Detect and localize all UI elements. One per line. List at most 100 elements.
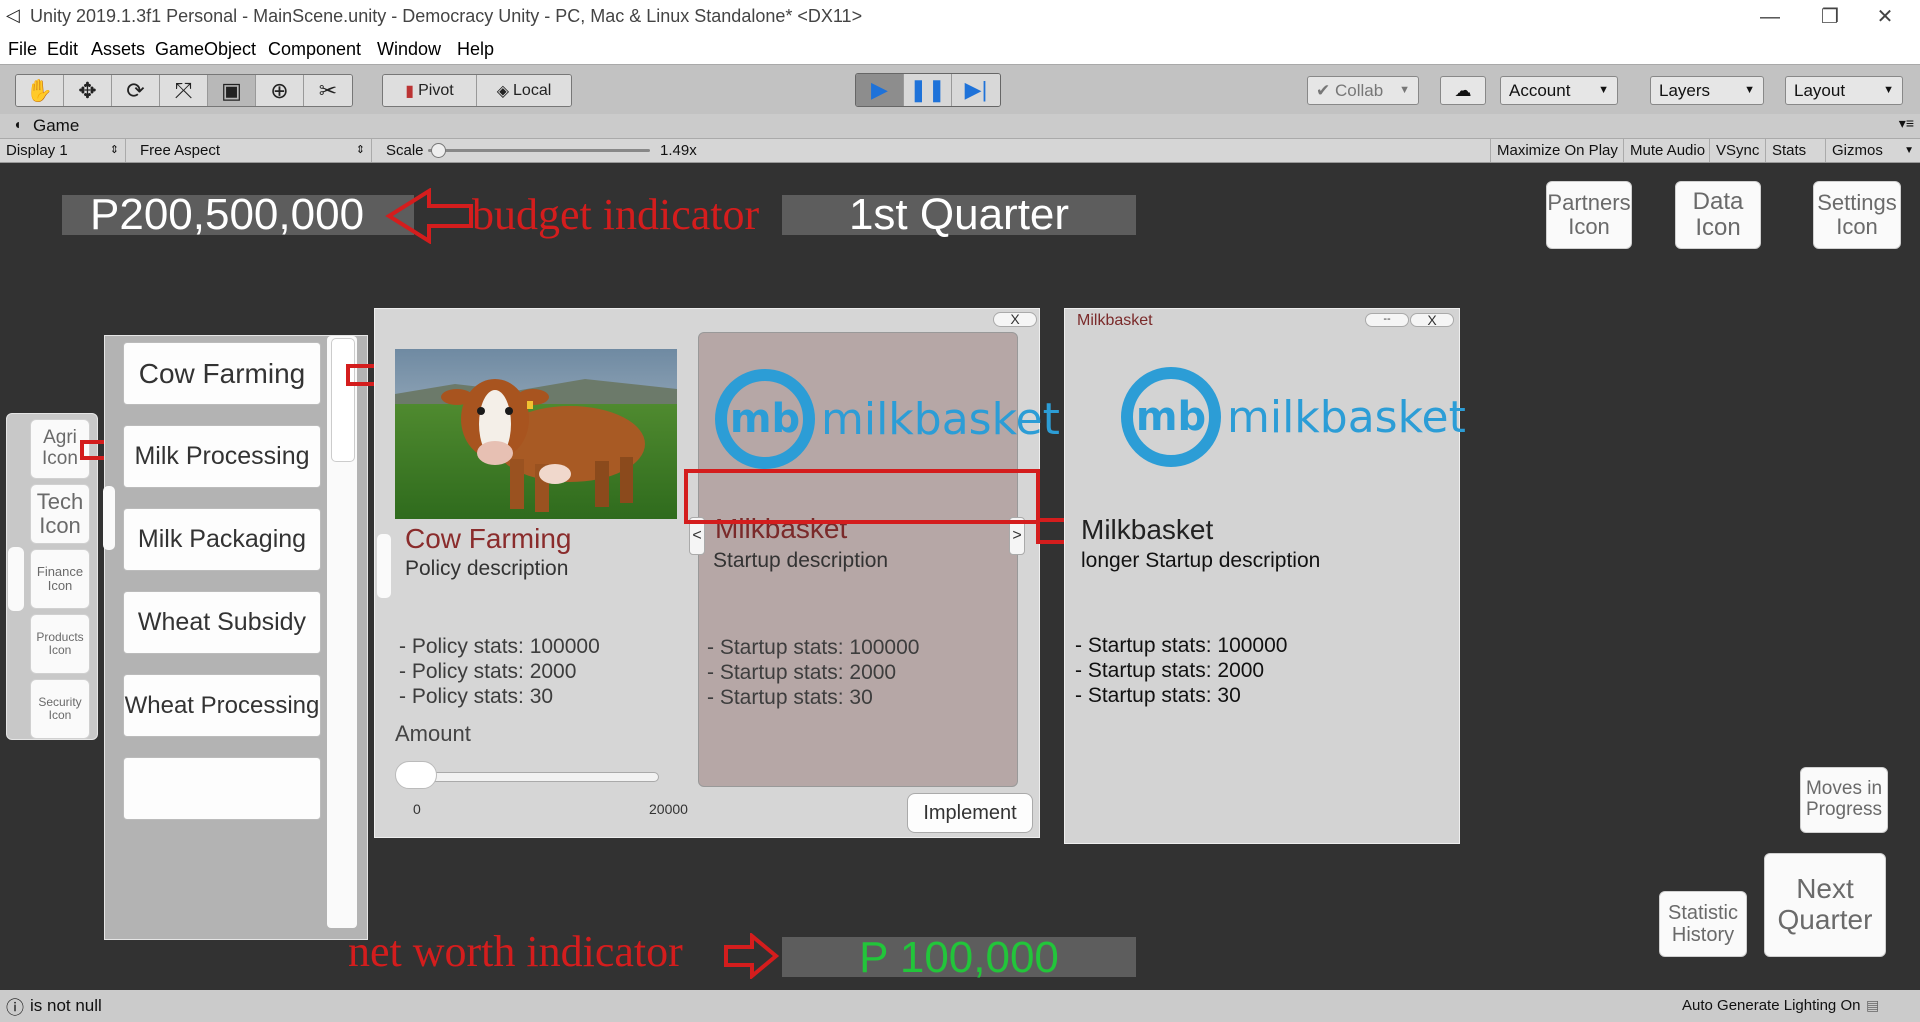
detail-minimize-button[interactable]: -- <box>1365 313 1409 327</box>
startup-detail-window: Milkbasket -- X mb milkbasket Milkbasket… <box>1064 308 1466 844</box>
policy-wheat-subsidy[interactable]: Wheat Subsidy <box>123 591 321 654</box>
moves-in-progress-button[interactable]: Moves in Progress <box>1800 767 1888 833</box>
aspect-label: Free Aspect <box>140 142 221 159</box>
policy-list: Cow Farming Milk Processing Milk Packagi… <box>115 336 325 928</box>
policy-description: Policy description <box>405 557 569 580</box>
quarter-indicator: 1st Quarter <box>782 193 1136 237</box>
menu-help[interactable]: Help <box>457 39 494 60</box>
scale-slider-track[interactable] <box>428 149 650 152</box>
layers-label: Layers <box>1659 81 1711 100</box>
layout-dropdown[interactable]: Layout ▼ <box>1785 76 1903 105</box>
settings-icon[interactable]: Settings Icon <box>1813 181 1901 249</box>
chevron-down-icon: ▼ <box>1598 84 1609 96</box>
layers-dropdown[interactable]: Layers ▼ <box>1650 76 1764 105</box>
menu-gameobject[interactable]: GameObject <box>155 39 256 60</box>
status-bar: ⓘ is not null Auto Generate Lighting On … <box>0 990 1920 1022</box>
policy-list-scrollbar-left[interactable] <box>103 486 115 550</box>
stats-toggle[interactable]: Stats <box>1766 139 1826 162</box>
policy-next-partial[interactable] <box>123 757 321 820</box>
collab-dropdown[interactable]: ✔ Collab ▼ <box>1307 76 1419 105</box>
game-tab-header: ◖ Game ▾≡ <box>0 114 1920 138</box>
game-view-toolbar: Display 1 ⇕ Free Aspect ⇕ Scale 1.49x Maxi… <box>0 138 1920 163</box>
scale-control: Scale 1.49x <box>380 139 710 162</box>
rotate-tool-icon[interactable]: ⟳ <box>112 75 160 106</box>
menu-file[interactable]: File <box>8 39 37 60</box>
transform-tools: ✋ ✥ ⟳ ⤧ ▣ ⊕ ✂ <box>15 74 353 107</box>
window-title: Unity 2019.1.3f1 Personal - MainScene.un… <box>30 6 863 26</box>
rect-tool-icon[interactable]: ▣ <box>208 75 256 106</box>
title-bar: ◁ Unity 2019.1.3f1 Personal - MainScene.… <box>0 0 1920 34</box>
security-icon[interactable]: Security Icon <box>30 679 90 739</box>
transform-tool-icon[interactable]: ⊕ <box>256 75 304 106</box>
policy-card-close-button[interactable]: X <box>993 312 1037 327</box>
milkbasket-logo-icon: mb <box>1121 367 1221 467</box>
menu-edit[interactable]: Edit <box>47 39 78 60</box>
policy-milk-processing[interactable]: Milk Processing <box>123 425 321 488</box>
detail-close-button[interactable]: X <box>1410 313 1454 327</box>
play-icon[interactable]: ▶ <box>856 74 904 106</box>
category-scrollbar[interactable] <box>8 547 24 611</box>
implement-button[interactable]: Implement <box>907 793 1033 833</box>
unity-logo-icon: ◁ <box>6 5 20 25</box>
policy-cow-farming[interactable]: Cow Farming <box>123 342 321 405</box>
cloud-button[interactable]: ☁ <box>1440 76 1486 105</box>
policy-card-scrollbar[interactable] <box>377 534 391 598</box>
policy-name: Cow Farming <box>405 523 572 554</box>
products-icon[interactable]: Products Icon <box>30 614 90 674</box>
net-worth-indicator: P 100,000 <box>782 936 1136 980</box>
toolbar: ✋ ✥ ⟳ ⤧ ▣ ⊕ ✂ ▮ Pivot ◈ Local ▶ ❚❚ ▶| ✔ Co… <box>0 64 1920 114</box>
gizmos-dropdown[interactable]: Gizmos ▼ <box>1826 139 1920 162</box>
pivot-button[interactable]: ▮ Pivot <box>383 75 477 106</box>
amount-label: Amount <box>395 721 471 746</box>
hand-tool-icon[interactable]: ✋ <box>16 75 64 106</box>
scale-tool-icon[interactable]: ⤧ <box>160 75 208 106</box>
move-tool-icon[interactable]: ✥ <box>64 75 112 106</box>
menu-window[interactable]: Window <box>377 39 441 60</box>
custom-tool-icon[interactable]: ✂ <box>304 75 352 106</box>
status-right-text: Auto Generate Lighting On <box>1682 997 1861 1014</box>
account-dropdown[interactable]: Account ▼ <box>1500 76 1618 105</box>
policy-wheat-processing[interactable]: Wheat Processing <box>123 674 321 737</box>
scale-slider-thumb[interactable] <box>431 143 447 158</box>
lighting-icon: ▤ <box>1866 997 1880 1013</box>
finance-icon[interactable]: Finance Icon <box>30 549 90 609</box>
policy-card: X Cow Farming Policy description - Polic… <box>374 308 1060 838</box>
annotation-arrow-icon <box>385 188 473 244</box>
minimize-window-icon[interactable]: — <box>1740 2 1800 32</box>
policy-milk-packaging[interactable]: Milk Packaging <box>123 508 321 571</box>
detail-startup-name: Milkbasket <box>1081 514 1214 545</box>
detail-stat-2: - Startup stats: 2000 <box>1075 659 1265 682</box>
status-message[interactable]: is not null <box>30 996 102 1016</box>
scale-value: 1.49x <box>660 142 697 159</box>
close-window-icon[interactable]: ✕ <box>1855 2 1915 32</box>
step-icon[interactable]: ▶| <box>952 74 1000 106</box>
display-dropdown[interactable]: Display 1 ⇕ <box>0 139 126 162</box>
detail-startup-description: longer Startup description <box>1081 549 1321 572</box>
local-button[interactable]: ◈ Local <box>477 75 571 106</box>
tab-menu-icon[interactable]: ▾≡ <box>1899 115 1914 132</box>
maximize-on-play-toggle[interactable]: Maximize On Play <box>1490 139 1624 162</box>
chevron-down-icon: ▼ <box>1744 84 1755 96</box>
cloud-icon: ☁ <box>1454 81 1472 100</box>
detail-stat-1: - Startup stats: 100000 <box>1075 634 1288 657</box>
restore-window-icon[interactable]: ❐ <box>1800 2 1860 32</box>
mute-audio-toggle[interactable]: Mute Audio <box>1624 139 1710 162</box>
vsync-toggle[interactable]: VSync <box>1710 139 1766 162</box>
partners-icon[interactable]: Partners Icon <box>1546 181 1632 249</box>
menu-component[interactable]: Component <box>268 39 361 60</box>
layout-label: Layout <box>1794 81 1846 100</box>
pause-icon[interactable]: ❚❚ <box>904 74 952 106</box>
menu-assets[interactable]: Assets <box>91 39 145 60</box>
startup-card: mb milkbasket Milkbasket Startup descrip… <box>689 332 1060 787</box>
amount-slider-thumb[interactable] <box>395 761 437 789</box>
startup-stats: - Startup stats: 100000 - Startup stats:… <box>707 635 919 710</box>
statistic-history-button[interactable]: Statistic History <box>1659 891 1747 957</box>
data-icon[interactable]: Data Icon <box>1675 181 1761 249</box>
game-tab-title[interactable]: Game <box>33 116 79 136</box>
tech-icon[interactable]: Tech Icon <box>30 484 90 544</box>
policy-stats: - Policy stats: 100000 - Policy stats: 2… <box>399 634 600 709</box>
stats-label: Stats <box>1772 142 1807 159</box>
next-quarter-button[interactable]: Next Quarter <box>1764 853 1886 957</box>
aspect-dropdown[interactable]: Free Aspect ⇕ <box>134 139 372 162</box>
collab-label: Collab <box>1334 81 1384 100</box>
